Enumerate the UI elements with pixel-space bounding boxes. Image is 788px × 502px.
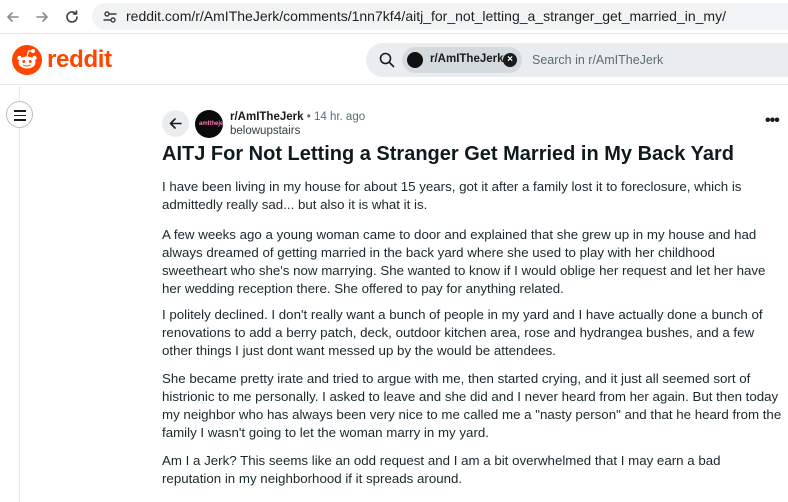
post-meta: r/AmITheJerk • 14 hr. ago (230, 111, 365, 123)
post-timestamp: 14 hr. ago (313, 111, 366, 123)
hamburger-icon-line (14, 119, 26, 121)
subreddit-filter-chip[interactable]: r/AmITheJerk × (402, 47, 522, 73)
back-button[interactable] (162, 110, 189, 137)
close-icon[interactable]: × (503, 53, 517, 67)
meta-separator: • (306, 111, 311, 123)
post-body-paragraph: A few weeks ago a young woman came to do… (162, 227, 766, 296)
post-body-paragraph: I politely declined. I don't really want… (162, 307, 763, 358)
left-sidebar-divider (19, 86, 20, 502)
subreddit-avatar[interactable]: amIthejerk (195, 110, 223, 138)
site-header: reddit r/AmITheJerk × Search in r/AmIThe… (0, 35, 788, 85)
search-input[interactable]: Search in r/AmITheJerk (532, 53, 663, 67)
chip-label: r/AmITheJerk (430, 53, 504, 65)
site-settings-icon[interactable] (102, 9, 118, 25)
address-bar[interactable]: reddit.com/r/AmITheJerk/comments/1nn7kf4… (92, 3, 788, 30)
subreddit-avatar-icon (407, 52, 423, 68)
subreddit-link[interactable]: r/AmITheJerk (230, 111, 304, 123)
hamburger-icon (14, 110, 26, 112)
post-body-paragraph: She became pretty irate and tried to arg… (162, 371, 782, 440)
post-title: AITJ For Not Letting a Stranger Get Marr… (162, 143, 734, 165)
author-link[interactable]: belowupstairs (230, 125, 300, 137)
reddit-logo-icon[interactable] (12, 45, 42, 75)
post-body-paragraph: Am I a Jerk? This seems like an odd requ… (162, 453, 721, 486)
menu-toggle-button[interactable] (6, 101, 33, 128)
arrow-left-icon (169, 118, 182, 129)
back-arrow-icon[interactable] (3, 7, 23, 27)
reload-icon[interactable] (62, 7, 82, 27)
reddit-wordmark[interactable]: reddit (47, 46, 112, 74)
url-text[interactable]: reddit.com/r/AmITheJerk/comments/1nn7kf4… (126, 8, 726, 24)
hamburger-icon-line (14, 114, 26, 117)
avatar-art: amIthejerk (199, 121, 223, 127)
more-options-button[interactable]: ••• (765, 113, 780, 129)
search-icon (379, 52, 395, 68)
forward-arrow-icon[interactable] (32, 7, 52, 27)
search-bar[interactable]: r/AmITheJerk × Search in r/AmITheJerk (366, 43, 788, 77)
post-body-paragraph: I have been living in my house for about… (162, 179, 742, 212)
browser-toolbar: reddit.com/r/AmITheJerk/comments/1nn7kf4… (0, 0, 788, 34)
